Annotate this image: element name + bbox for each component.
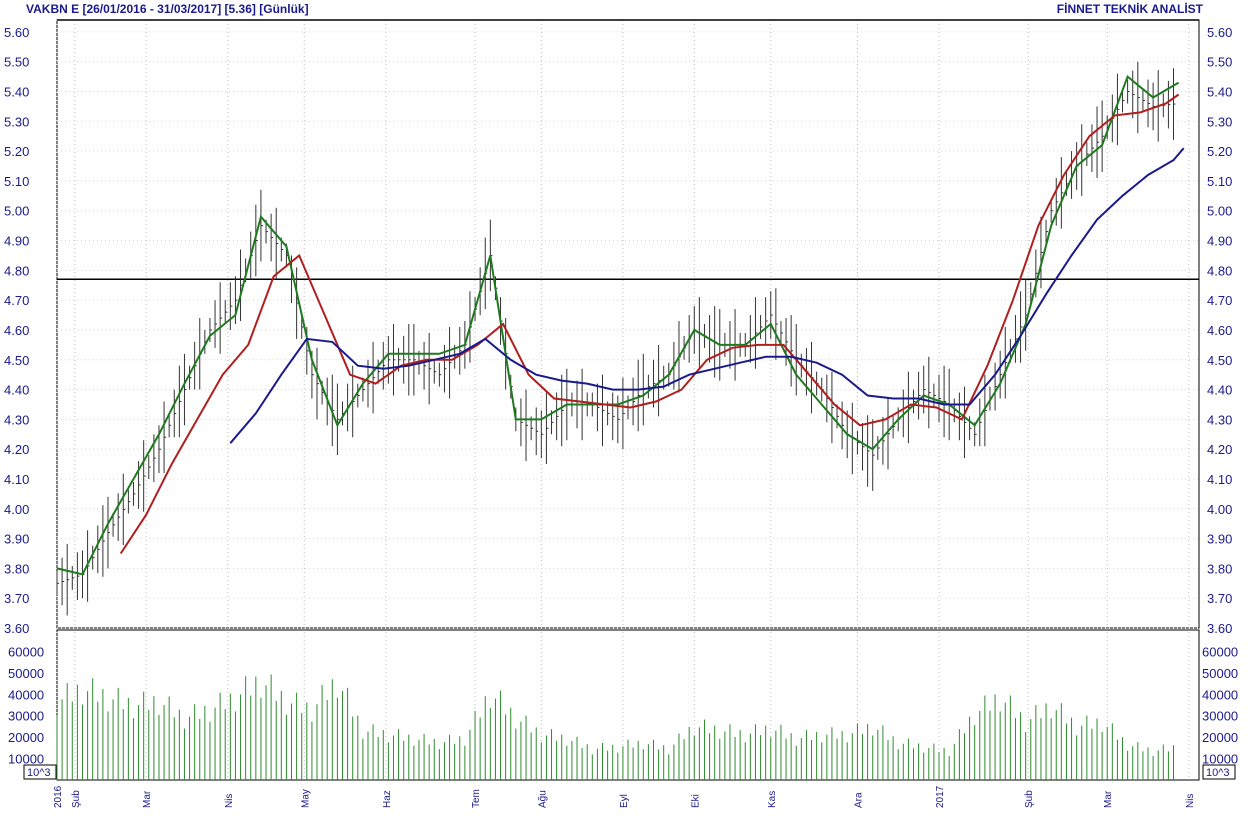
y-tick-label-right: 3.80 <box>1207 561 1232 576</box>
y-tick-label-right: 5.30 <box>1207 114 1232 129</box>
y-tick-label-right: 4.20 <box>1207 442 1232 457</box>
volume-tick-left: 60000 <box>8 644 44 659</box>
y-tick-label-left: 5.50 <box>4 55 29 70</box>
y-tick-label-left: 5.40 <box>4 85 29 100</box>
volume-tick-left: 30000 <box>8 709 44 724</box>
x-tick-label: 2017 <box>935 785 946 808</box>
chart: 2016 Şub Mar Nis May Haz Tem Ağu Eyl Eki Kas Ara 201… <box>0 0 1251 822</box>
volume-tick-left: 50000 <box>8 666 44 681</box>
x-tick-label: May <box>300 789 311 808</box>
y-tick-label-left: 4.20 <box>4 442 29 457</box>
x-tick-label: Mar <box>142 790 153 808</box>
y-tick-label-left: 4.30 <box>4 412 29 427</box>
y-tick-label-left: 3.70 <box>4 591 29 606</box>
y-tick-label-right: 5.20 <box>1207 144 1232 159</box>
y-tick-label-right: 4.40 <box>1207 383 1232 398</box>
volume-tick-right: 60000 <box>1202 644 1238 659</box>
x-tick-label: Şub <box>71 790 82 808</box>
y-tick-label-left: 3.90 <box>4 532 29 547</box>
y-tick-label-left: 4.10 <box>4 472 29 487</box>
y-tick-label-left: 5.20 <box>4 144 29 159</box>
y-tick-label-right: 5.00 <box>1207 204 1232 219</box>
volume-unit-left: 10^3 <box>27 767 51 779</box>
y-tick-label-left: 3.60 <box>4 621 29 636</box>
x-tick-label: Nis <box>1185 794 1196 808</box>
x-tick-label: Mar <box>1103 790 1114 808</box>
y-tick-label-right: 5.60 <box>1207 25 1232 40</box>
y-tick-label-right: 5.50 <box>1207 55 1232 70</box>
y-tick-label-right: 5.10 <box>1207 174 1232 189</box>
y-tick-label-right: 4.70 <box>1207 293 1232 308</box>
y-tick-label-left: 5.00 <box>4 204 29 219</box>
volume-tick-right: 30000 <box>1202 709 1238 724</box>
volume-tick-right: 50000 <box>1202 666 1238 681</box>
chart-title: VAKBN E [26/01/2016 - 31/03/2017] [5.36]… <box>26 2 309 16</box>
x-tick-label: Eyl <box>619 794 630 808</box>
volume-unit-right: 10^3 <box>1206 767 1230 779</box>
x-tick-label: Nis <box>224 794 235 808</box>
y-tick-label-left: 4.00 <box>4 502 29 517</box>
volume-tick-right: 40000 <box>1202 687 1238 702</box>
x-tick-label: Kas <box>767 791 778 808</box>
x-tick-label: 2016 <box>53 785 64 808</box>
y-tick-label-right: 3.90 <box>1207 532 1232 547</box>
y-tick-label-left: 5.30 <box>4 114 29 129</box>
y-tick-label-right: 4.50 <box>1207 353 1232 368</box>
y-tick-label-left: 4.60 <box>4 323 29 338</box>
y-tick-label-right: 4.90 <box>1207 234 1232 249</box>
brand-label: FİNNET TEKNİK ANALİST <box>1056 2 1203 16</box>
y-tick-label-left: 5.10 <box>4 174 29 189</box>
x-tick-label: Şub <box>1024 790 1035 808</box>
y-tick-label-right: 4.00 <box>1207 502 1232 517</box>
volume-tick-right: 20000 <box>1202 730 1238 745</box>
y-tick-label-right: 4.60 <box>1207 323 1232 338</box>
y-tick-label-left: 4.40 <box>4 383 29 398</box>
y-tick-label-left: 4.50 <box>4 353 29 368</box>
x-tick-label: Ara <box>853 792 864 808</box>
y-tick-label-right: 4.30 <box>1207 412 1232 427</box>
volume-tick-left: 40000 <box>8 687 44 702</box>
chart-canvas: 2016 Şub Mar Nis May Haz Tem Ağu Eyl Eki Kas Ara 201… <box>4 19 1238 808</box>
y-tick-label-left: 4.70 <box>4 293 29 308</box>
y-tick-label-right: 3.60 <box>1207 621 1232 636</box>
x-tick-label: Ağu <box>537 790 548 808</box>
volume-tick-left: 20000 <box>8 730 44 745</box>
y-tick-label-left: 5.60 <box>4 25 29 40</box>
x-tick-label: Tem <box>471 789 482 808</box>
x-tick-label: Eki <box>690 794 701 808</box>
y-tick-label-left: 4.90 <box>4 234 29 249</box>
volume-tick-left: 10000 <box>8 752 44 767</box>
y-tick-label-right: 4.10 <box>1207 472 1232 487</box>
y-tick-label-left: 3.80 <box>4 561 29 576</box>
y-tick-label-right: 4.80 <box>1207 263 1232 278</box>
volume-tick-right: 10000 <box>1202 752 1238 767</box>
y-tick-label-right: 5.40 <box>1207 85 1232 100</box>
y-tick-label-right: 3.70 <box>1207 591 1232 606</box>
x-tick-label: Haz <box>382 790 393 808</box>
y-tick-label-left: 4.80 <box>4 263 29 278</box>
